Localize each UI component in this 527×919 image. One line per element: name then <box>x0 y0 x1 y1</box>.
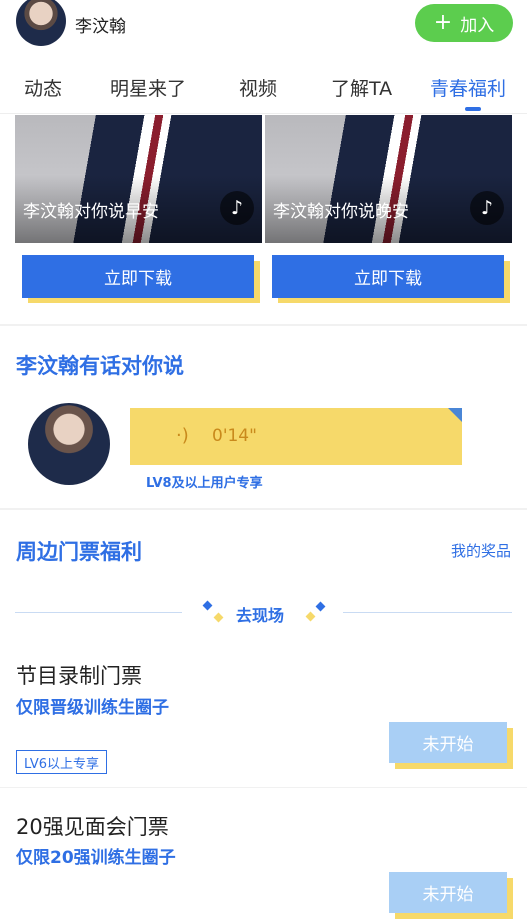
download-button-evening[interactable]: 立即下载 <box>272 255 504 298</box>
voice-section-title: 李汶翰有话对你说 <box>16 354 184 378</box>
decoration-diamond <box>213 612 224 623</box>
ticket-state-wrap: 未开始 <box>389 722 513 769</box>
tab-video[interactable]: 视频 <box>239 74 277 101</box>
photo-caption: 李汶翰对你说晚安 <box>273 202 409 222</box>
go-divider-left <box>15 612 182 613</box>
photo-caption: 李汶翰对你说早安 <box>23 202 159 222</box>
download-button-wrap: 立即下载 <box>22 255 260 303</box>
tab-bar: 动态 明星来了 视频 了解TA 青春福利 <box>0 60 527 114</box>
ticket-divider <box>0 787 527 788</box>
my-prize-link[interactable]: 我的奖品 <box>451 540 511 561</box>
tiktok-note-icon: ♪ <box>470 191 504 225</box>
download-button-wrap: 立即下载 <box>272 255 510 303</box>
voice-message-bubble[interactable]: ·) 0'14" <box>130 408 462 465</box>
tab-youth-welfare[interactable]: 青春福利 <box>430 74 506 101</box>
tab-star-coming[interactable]: 明星来了 <box>110 74 186 101</box>
voice-duration: 0'14" <box>212 426 257 446</box>
section-divider <box>0 324 527 326</box>
profile-header: 李汶翰 + 加入 <box>0 0 527 50</box>
active-tab-indicator <box>465 107 481 111</box>
bubble-corner <box>448 408 462 422</box>
tab-dongtai[interactable]: 动态 <box>24 74 62 101</box>
go-live-label: 去现场 <box>236 606 285 625</box>
download-button-morning[interactable]: 立即下载 <box>22 255 254 298</box>
ticket-subtitle: 仅限20强训练生圈子 <box>16 848 176 868</box>
photo-card-evening[interactable]: 李汶翰对你说晚安 ♪ <box>265 115 512 243</box>
decoration-diamond <box>202 600 213 611</box>
section-divider <box>0 508 527 510</box>
ticket-title: 节目录制门票 <box>16 664 142 688</box>
join-button[interactable]: + 加入 <box>415 4 513 42</box>
decoration-diamond <box>305 611 316 622</box>
photo-card-morning[interactable]: 李汶翰对你说早安 ♪ <box>15 115 262 243</box>
level-tag: LV6以上专享 <box>16 750 107 774</box>
ticket-state-wrap: 未开始 <box>389 872 513 919</box>
ticket-subtitle: 仅限晋级训练生圈子 <box>16 698 169 718</box>
star-name: 李汶翰 <box>75 17 126 37</box>
not-started-button[interactable]: 未开始 <box>389 872 507 913</box>
decoration-diamond <box>315 601 326 612</box>
not-started-button[interactable]: 未开始 <box>389 722 507 763</box>
plus-icon: + <box>433 10 453 35</box>
tiktok-note-icon: ♪ <box>220 191 254 225</box>
star-avatar <box>28 403 110 485</box>
sound-wave-icon: ·) <box>176 425 189 446</box>
join-label: 加入 <box>460 15 495 36</box>
avatar[interactable] <box>16 0 66 46</box>
ticket-title: 20强见面会门票 <box>16 815 169 839</box>
go-divider-right <box>343 612 512 613</box>
tab-about[interactable]: 了解TA <box>331 74 392 101</box>
voice-level-note: LV8及以上用户专享 <box>146 476 263 491</box>
tickets-section-title: 周边门票福利 <box>16 540 142 564</box>
